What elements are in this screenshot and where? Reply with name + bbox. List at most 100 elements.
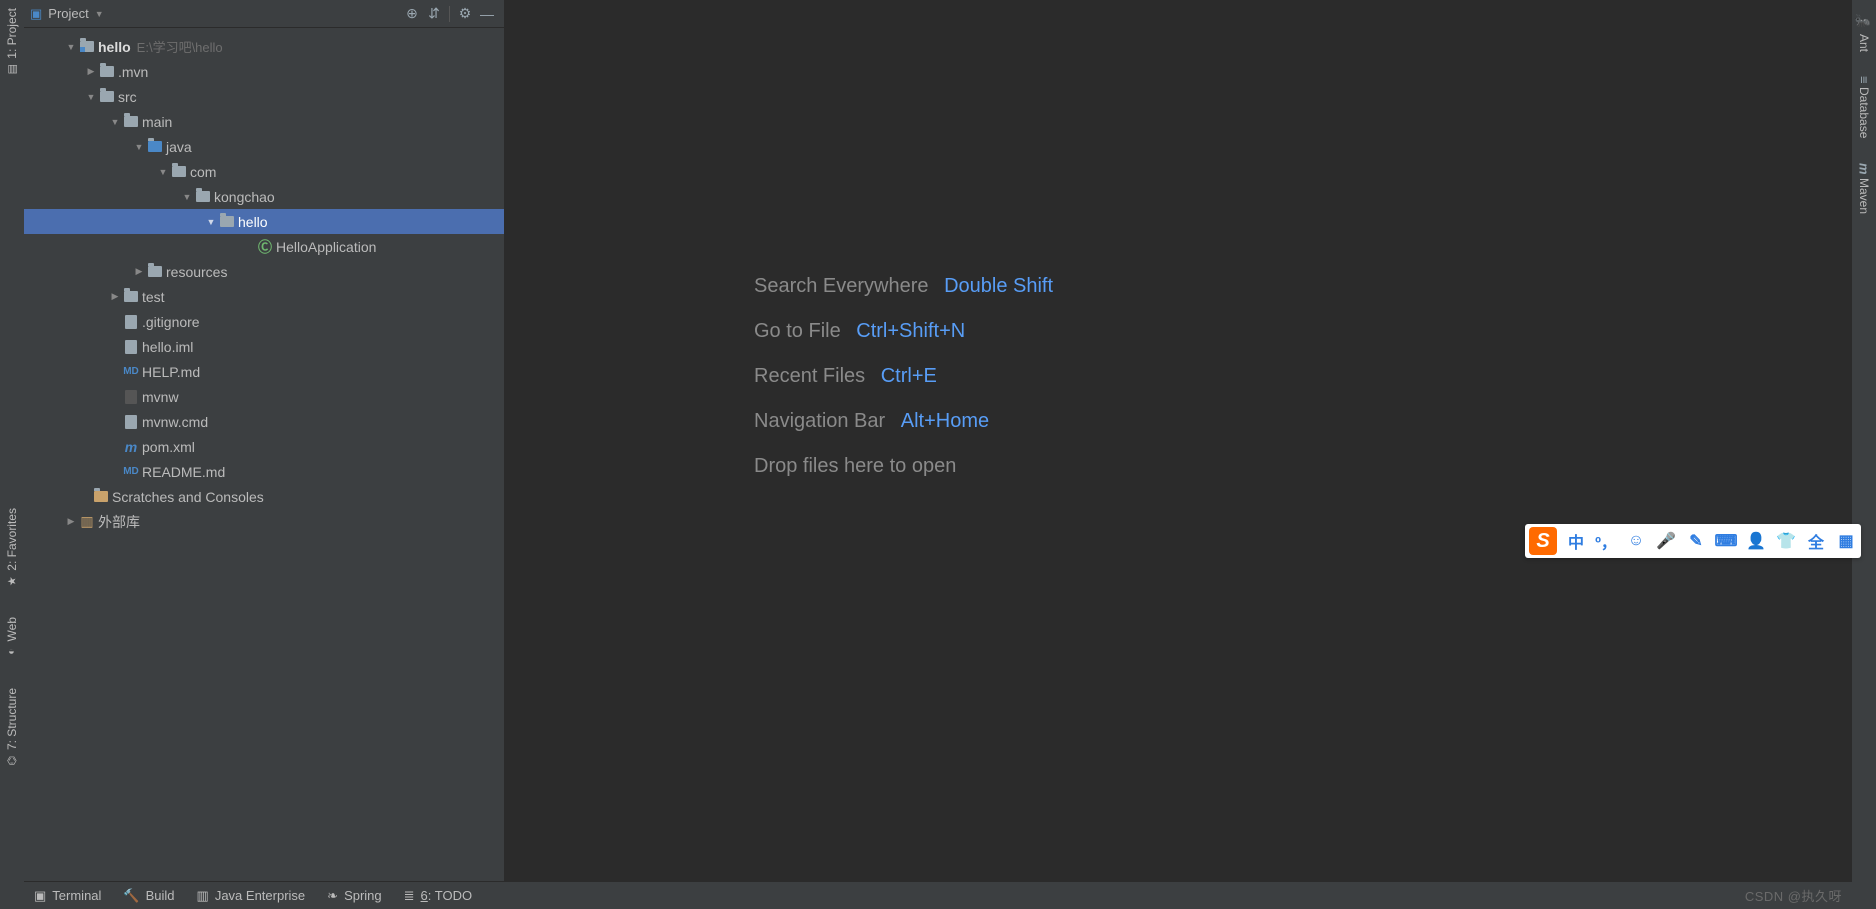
javaee-icon: ▥ (197, 888, 209, 904)
tab-project-label: 1: Project (5, 8, 19, 59)
hint-label: Navigation Bar (754, 410, 885, 432)
grid-icon: ▦ (1838, 531, 1853, 551)
expand-icon: ⇵ (428, 5, 440, 22)
tab-spring[interactable]: ❧ Spring (327, 888, 381, 904)
tab-structure-label: 7: Structure (5, 688, 19, 750)
maven-icon: m (122, 439, 140, 455)
tab-ant[interactable]: 🐜 Ant (1855, 8, 1874, 58)
tree-pom-xml[interactable]: m pom.xml (24, 434, 504, 459)
tree-path: E:\学习吧\hello (131, 37, 223, 56)
folder-icon (122, 116, 140, 127)
tree-label: .mvn (116, 64, 148, 80)
ime-skin-button[interactable]: 👕 (1775, 530, 1797, 552)
tab-web[interactable]: ◐ Web (3, 611, 21, 663)
tab-todo[interactable]: ≣ 6: TODO (404, 888, 472, 904)
sogou-logo-icon[interactable]: S (1529, 527, 1557, 555)
ime-toolbox-button[interactable]: ▦ (1835, 530, 1857, 552)
tree-scratches[interactable]: Scratches and Consoles (24, 484, 504, 509)
tree-readme-md[interactable]: MD README.md (24, 459, 504, 484)
chevron-down-icon[interactable]: ▼ (108, 117, 122, 127)
hint-shortcut: Ctrl+E (881, 365, 937, 387)
bottom-tool-bar: ▣ Terminal 🔨 Build ▥ Java Enterprise ❧ S… (24, 881, 1852, 909)
chevron-down-icon[interactable]: ▼ (180, 192, 194, 202)
chevron-down-icon[interactable]: ▼ (64, 42, 78, 52)
ime-lang-button[interactable]: 中 (1565, 530, 1587, 552)
ime-emoji-button[interactable]: ☺ (1625, 530, 1647, 552)
tab-build[interactable]: 🔨 Build (123, 888, 174, 904)
project-header-title: Project (48, 6, 88, 21)
tab-database[interactable]: ≡ Database (1855, 70, 1874, 145)
expand-all-button[interactable]: ⇵ (423, 3, 445, 25)
ime-voice-button[interactable]: 🎤 (1655, 530, 1677, 552)
tree-help-md[interactable]: MD HELP.md (24, 359, 504, 384)
tab-java-enterprise[interactable]: ▥ Java Enterprise (197, 888, 306, 904)
tab-structure[interactable]: ⌬ 7: Structure (3, 682, 21, 773)
tree-main[interactable]: ▼ main (24, 109, 504, 134)
chevron-down-icon[interactable]: ▼ (132, 142, 146, 152)
chevron-right-icon[interactable]: ▶ (84, 66, 98, 77)
resources-folder-icon (146, 266, 164, 277)
folder-icon (122, 291, 140, 302)
chevron-down-icon[interactable]: ▼ (84, 92, 98, 102)
tab-terminal[interactable]: ▣ Terminal (34, 888, 101, 904)
tree-test[interactable]: ▶ test (24, 284, 504, 309)
person-icon: 👤 (1746, 531, 1766, 551)
hint-shortcut: Double Shift (944, 275, 1053, 297)
chevron-down-icon[interactable]: ▼ (156, 167, 170, 177)
chevron-down-icon[interactable]: ▼ (204, 217, 218, 227)
tree-external-libs[interactable]: ▶ ▥ 外部库 (24, 509, 504, 534)
tab-project[interactable]: ▤ 1: Project (3, 2, 21, 82)
tree-root[interactable]: ▼ hello E:\学习吧\hello (24, 34, 504, 59)
tree-label: .gitignore (140, 314, 200, 330)
tree-label: test (140, 289, 165, 305)
watermark-text: CSDN @执久呀 (1745, 886, 1842, 905)
tree-gitignore[interactable]: .gitignore (24, 309, 504, 334)
hammer-icon: 🔨 (123, 888, 139, 904)
tree-mvnw-cmd[interactable]: mvnw.cmd (24, 409, 504, 434)
settings-button[interactable]: ⚙ (454, 3, 476, 25)
tree-hello-application[interactable]: Ⓒ HelloApplication (24, 234, 504, 259)
chevron-right-icon[interactable]: ▶ (132, 266, 146, 277)
library-icon: ▥ (78, 513, 96, 530)
ime-fullwidth-button[interactable]: 全 (1805, 530, 1827, 552)
ime-toolbar[interactable]: S 中 º， ☺ 🎤 ✎ ⌨ 👤 👕 全 ▦ (1525, 524, 1861, 558)
tree-java[interactable]: ▼ java (24, 134, 504, 159)
tab-database-label: Database (1857, 87, 1871, 138)
tree-label: hello (236, 214, 268, 230)
tab-maven[interactable]: m Maven (1855, 157, 1874, 221)
hint-go-to-file: Go to File Ctrl+Shift+N (754, 320, 965, 343)
tree-mvn[interactable]: ▶ .mvn (24, 59, 504, 84)
project-view-selector[interactable]: ▣ Project ▼ (30, 6, 104, 22)
ime-punct-button[interactable]: º， (1595, 530, 1617, 552)
tree-mvnw[interactable]: mvnw (24, 384, 504, 409)
chevron-right-icon[interactable]: ▶ (108, 291, 122, 302)
maven-icon: m (1857, 163, 1872, 175)
tree-label: main (140, 114, 172, 130)
right-tool-strip: 🐜 Ant ≡ Database m Maven (1852, 0, 1876, 909)
tree-src[interactable]: ▼ src (24, 84, 504, 109)
chevron-right-icon[interactable]: ▶ (64, 516, 78, 527)
project-icon: ▣ (30, 6, 42, 22)
tab-favorites[interactable]: ★ 2: Favorites (3, 502, 21, 594)
locate-button[interactable]: ⊕ (401, 3, 423, 25)
folder-icon (98, 91, 116, 102)
project-tree[interactable]: ▼ hello E:\学习吧\hello ▶ .mvn ▼ src ▼ main… (24, 28, 504, 881)
leaf-icon: ❧ (327, 888, 338, 904)
tree-hello-pkg[interactable]: ▼ hello (24, 209, 504, 234)
ime-softkbd-button[interactable]: ⌨ (1715, 530, 1737, 552)
tree-label: hello.iml (140, 339, 193, 355)
package-icon (194, 191, 212, 202)
hint-label: Go to File (754, 320, 841, 342)
tree-resources[interactable]: ▶ resources (24, 259, 504, 284)
tree-label: resources (164, 264, 227, 280)
ime-user-button[interactable]: 👤 (1745, 530, 1767, 552)
file-icon (122, 415, 140, 429)
tree-label: src (116, 89, 137, 105)
tree-kongchao[interactable]: ▼ kongchao (24, 184, 504, 209)
tree-com[interactable]: ▼ com (24, 159, 504, 184)
hide-button[interactable]: — (476, 3, 498, 25)
tab-maven-label: Maven (1857, 178, 1871, 214)
ime-handwrite-button[interactable]: ✎ (1685, 530, 1707, 552)
tree-hello-iml[interactable]: hello.iml (24, 334, 504, 359)
database-icon: ≡ (1857, 76, 1872, 84)
